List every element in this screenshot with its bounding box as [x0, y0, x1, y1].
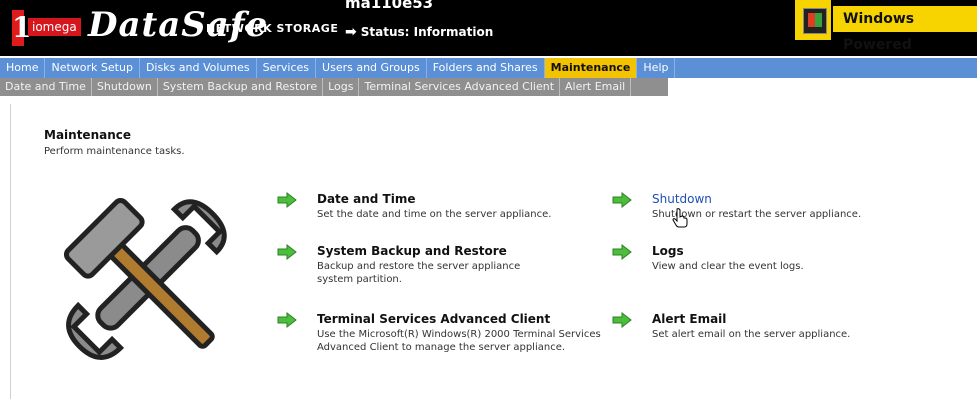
green-arrow-icon[interactable]: [277, 192, 297, 208]
tab-folders-and-shares[interactable]: Folders and Shares: [427, 58, 545, 78]
green-arrow-icon[interactable]: [277, 312, 297, 328]
tab-maintenance[interactable]: Maintenance: [544, 58, 638, 78]
tab-help[interactable]: Help: [637, 58, 676, 78]
iomega-logo-mark: 1: [12, 10, 32, 46]
task-desc-terminal-services: Use the Microsoft(R) Windows(R) 2000 Ter…: [317, 329, 601, 353]
status-text: Status: Information: [360, 25, 494, 39]
green-arrow-icon[interactable]: [612, 244, 632, 260]
windows-logo-icon: [795, 0, 831, 40]
green-arrow-icon[interactable]: [277, 244, 297, 260]
windows-powered-badge: Windows Powered: [795, 0, 977, 53]
subtab-alert-email[interactable]: Alert Email: [560, 78, 632, 96]
green-arrow-icon[interactable]: [612, 312, 632, 328]
status-indicator[interactable]: ➡ Status: Information: [345, 24, 493, 40]
subtab-logs[interactable]: Logs: [323, 78, 360, 96]
task-title-system-backup[interactable]: System Backup and Restore: [317, 244, 507, 258]
green-arrow-icon[interactable]: [612, 192, 632, 208]
task-title-shutdown[interactable]: Shutdown: [652, 192, 712, 206]
task-title-logs[interactable]: Logs: [652, 244, 684, 258]
task-title-alert-email[interactable]: Alert Email: [652, 312, 726, 326]
task-desc-date-and-time: Set the date and time on the server appl…: [317, 209, 552, 220]
task-title-terminal-services[interactable]: Terminal Services Advanced Client: [317, 312, 550, 326]
status-arrow-icon: ➡: [345, 24, 357, 40]
hand-pointer-icon: [672, 208, 688, 228]
tab-home[interactable]: Home: [0, 58, 46, 78]
windows-powered-text: Windows Powered: [833, 6, 977, 53]
tab-network-setup[interactable]: Network Setup: [45, 58, 140, 78]
page-title: Maintenance: [44, 128, 132, 142]
task-desc-system-backup: Backup and restore the server appliance …: [317, 261, 521, 285]
subtab-terminal-services[interactable]: Terminal Services Advanced Client: [359, 78, 561, 96]
tab-users-and-groups[interactable]: Users and Groups: [316, 58, 427, 78]
task-title-date-and-time[interactable]: Date and Time: [317, 192, 415, 206]
content-divider: [10, 104, 11, 399]
main-nav: Home Network Setup Disks and Volumes Ser…: [0, 58, 977, 78]
hammer-and-wrench-icon: [63, 197, 227, 360]
subtab-system-backup[interactable]: System Backup and Restore: [158, 78, 324, 96]
header-banner: 1 iomega DataSafe NETWORK STORAGE ma110e…: [0, 0, 977, 56]
task-desc-alert-email: Set alert email on the server appliance.: [652, 329, 851, 340]
sub-nav: Date and Time Shutdown System Backup and…: [0, 78, 668, 96]
tab-disks-and-volumes[interactable]: Disks and Volumes: [140, 58, 257, 78]
page-subtitle: Perform maintenance tasks.: [44, 146, 185, 157]
task-desc-shutdown: Shutdown or restart the server appliance…: [652, 209, 862, 220]
subtab-shutdown[interactable]: Shutdown: [92, 78, 158, 96]
tab-services[interactable]: Services: [257, 58, 317, 78]
subtab-date-and-time[interactable]: Date and Time: [0, 78, 92, 96]
product-subtitle: NETWORK STORAGE: [206, 22, 339, 35]
iomega-logo-text: iomega: [28, 18, 81, 36]
server-name: ma110e53: [345, 0, 434, 12]
task-desc-logs: View and clear the event logs.: [652, 261, 804, 272]
